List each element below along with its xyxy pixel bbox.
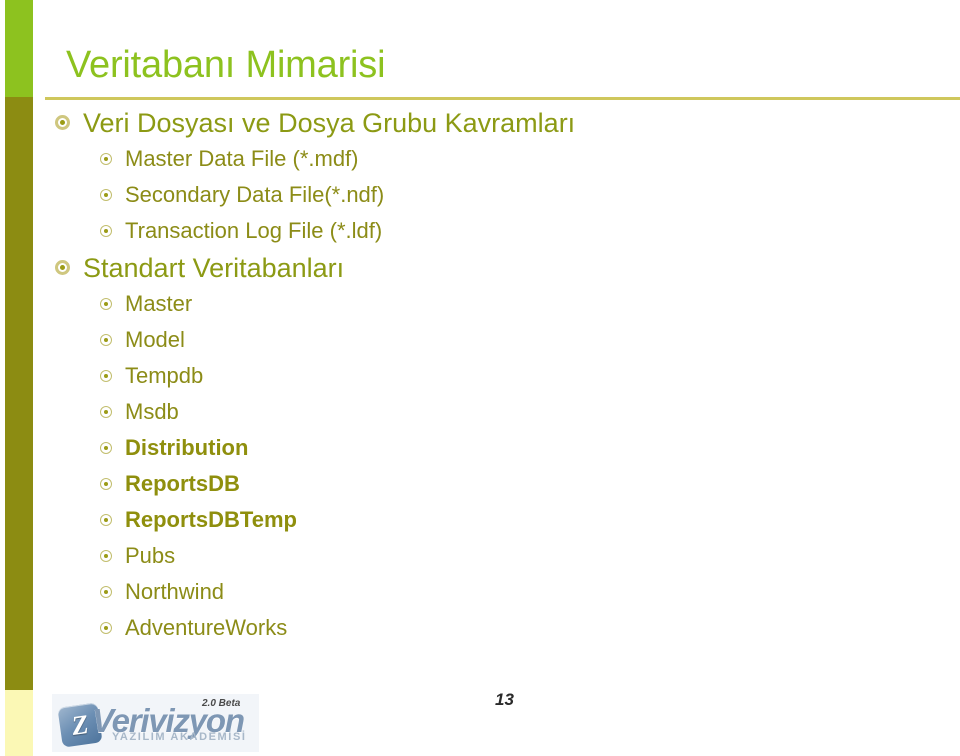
slide-title: Veritabanı Mimarisi bbox=[66, 44, 386, 86]
footer-logo: Z Verivizyon YAZILIM AKADEMİSİ 2.0 Beta bbox=[52, 694, 259, 752]
accent-bar-bottom-segment bbox=[5, 690, 33, 756]
bullet-item-label: Northwind bbox=[125, 579, 225, 604]
title-underline-rule bbox=[45, 97, 960, 100]
bullet-item-level-2: Tempdb bbox=[0, 358, 960, 394]
bullet-point-icon bbox=[100, 478, 112, 490]
bullet-point-icon bbox=[100, 225, 112, 237]
bullet-item-label: Standart Veritabanları bbox=[83, 252, 345, 283]
bullet-point-icon bbox=[100, 298, 112, 310]
bullet-item-level-2: Master Data File (*.mdf) bbox=[0, 141, 960, 177]
bullet-item-label: Pubs bbox=[125, 543, 176, 568]
bullet-item-level-1: Standart Veritabanları bbox=[0, 249, 960, 286]
bullet-item-label: ReportsDB bbox=[125, 471, 240, 496]
bullet-point-icon bbox=[55, 115, 70, 130]
logo-subtitle: YAZILIM AKADEMİSİ bbox=[112, 731, 247, 743]
bullet-item-label: Msdb bbox=[125, 399, 179, 424]
bullet-item-level-2: Model bbox=[0, 322, 960, 358]
bullet-point-icon bbox=[100, 334, 112, 346]
bullet-item-level-2: Distribution bbox=[0, 430, 960, 466]
bullet-item-label: Tempdb bbox=[125, 363, 204, 388]
bullet-point-icon bbox=[100, 189, 112, 201]
bullet-item-level-2: Transaction Log File (*.ldf) bbox=[0, 213, 960, 249]
bullet-point-icon bbox=[100, 622, 112, 634]
slide-content-list: Veri Dosyası ve Dosya Grubu Kavramları Ma… bbox=[0, 104, 960, 646]
bullet-item-label: Secondary Data File(*.ndf) bbox=[125, 182, 385, 207]
bullet-point-icon bbox=[100, 514, 112, 526]
bullet-item-level-2: Pubs bbox=[0, 538, 960, 574]
bullet-point-icon bbox=[100, 586, 112, 598]
bullet-item-label: Model bbox=[125, 327, 185, 352]
slide-page-number: 13 bbox=[495, 690, 514, 709]
accent-bar-top-segment bbox=[5, 0, 33, 97]
bullet-item-level-2: AdventureWorks bbox=[0, 610, 960, 646]
bullet-item-label: Master Data File (*.mdf) bbox=[125, 146, 359, 171]
bullet-point-icon bbox=[100, 370, 112, 382]
bullet-point-icon bbox=[55, 260, 70, 275]
bullet-item-label: ReportsDBTemp bbox=[125, 507, 297, 532]
bullet-item-label: AdventureWorks bbox=[125, 615, 288, 640]
bullet-item-level-2: ReportsDBTemp bbox=[0, 502, 960, 538]
logo-version-badge: 2.0 Beta bbox=[202, 698, 241, 709]
bullet-item-label: Veri Dosyası ve Dosya Grubu Kavramları bbox=[83, 107, 576, 138]
bullet-item-level-2: ReportsDB bbox=[0, 466, 960, 502]
bullet-point-icon bbox=[100, 442, 112, 454]
bullet-point-icon bbox=[100, 153, 112, 165]
bullet-item-level-2: Northwind bbox=[0, 574, 960, 610]
bullet-item-level-2: Msdb bbox=[0, 394, 960, 430]
bullet-point-icon bbox=[100, 550, 112, 562]
bullet-item-level-1: Veri Dosyası ve Dosya Grubu Kavramları bbox=[0, 104, 960, 141]
bullet-item-level-2: Secondary Data File(*.ndf) bbox=[0, 177, 960, 213]
bullet-item-label: Transaction Log File (*.ldf) bbox=[125, 218, 383, 243]
bullet-item-label: Master bbox=[125, 291, 193, 316]
bullet-item-label: Distribution bbox=[125, 435, 249, 460]
bullet-item-level-2: Master bbox=[0, 286, 960, 322]
bullet-point-icon bbox=[100, 406, 112, 418]
